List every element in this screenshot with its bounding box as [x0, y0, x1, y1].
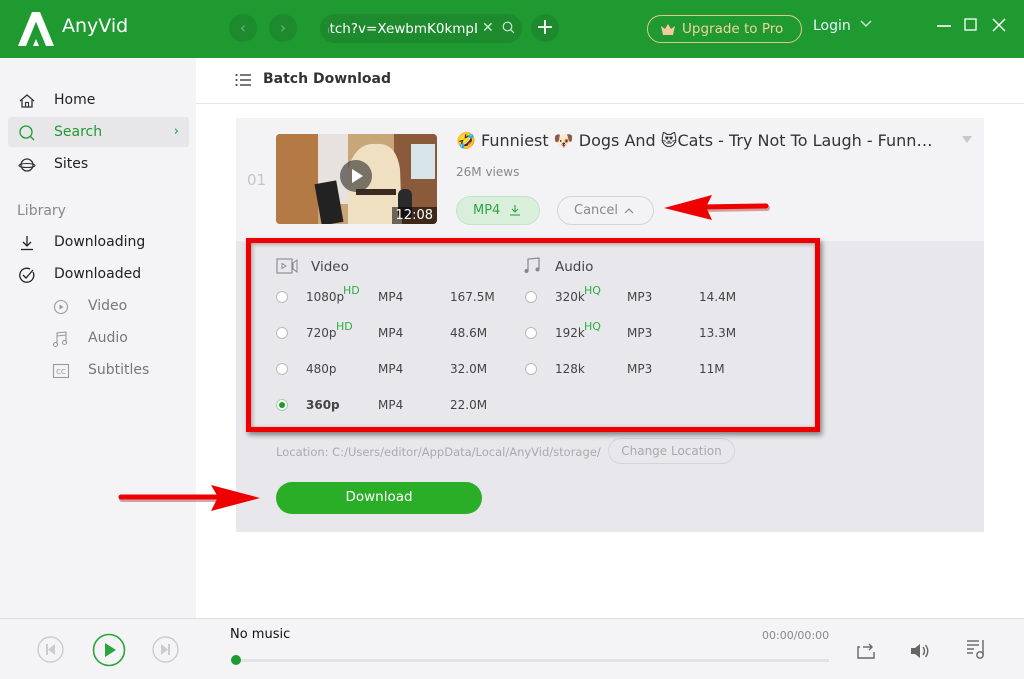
download-icon: [510, 205, 520, 216]
anyvid-logo-icon: [18, 12, 54, 46]
library-heading: Library: [17, 203, 66, 219]
previous-track-icon[interactable]: [37, 636, 64, 663]
search-icon: [19, 125, 35, 141]
check-circle-icon: [19, 267, 35, 283]
music-player-bar: No music 00:00/00:00: [0, 618, 1024, 679]
login-button[interactable]: Login: [813, 18, 851, 34]
cancel-button[interactable]: Cancel: [557, 196, 654, 225]
next-track-icon[interactable]: [152, 636, 179, 663]
sidebar-item-sites[interactable]: Sites: [8, 149, 189, 179]
track-title: No music: [230, 627, 291, 642]
sidebar-item-label: Downloaded: [54, 266, 142, 282]
list-icon[interactable]: [235, 73, 251, 87]
annotation-arrow-right-icon: [118, 485, 260, 511]
app-name: AnyVid: [62, 15, 129, 37]
title-bar: AnyVid ‹ › ✕ + Upgrade to Pro Login: [0, 0, 1024, 58]
track-time: 00:00/00:00: [762, 629, 830, 642]
sidebar-item-audio[interactable]: Audio: [8, 323, 189, 353]
volume-icon[interactable]: [908, 639, 932, 663]
chevron-right-icon: ›: [279, 18, 287, 37]
chevron-right-icon: ›: [173, 124, 179, 139]
progress-track[interactable]: [236, 659, 829, 662]
plus-icon: +: [535, 15, 555, 40]
upgrade-label: Upgrade to Pro: [682, 21, 784, 37]
batch-download-button[interactable]: Batch Download: [263, 71, 391, 87]
repeat-icon[interactable]: [854, 639, 878, 663]
download-button[interactable]: Download: [276, 482, 482, 514]
close-icon[interactable]: [991, 17, 1007, 33]
save-location: Location: C:/Users/editor/AppData/Local/…: [276, 445, 601, 459]
chevron-left-icon: ‹: [239, 18, 247, 37]
url-input[interactable]: [328, 14, 478, 43]
sidebar-item-search[interactable]: Search ›: [8, 117, 189, 147]
upgrade-button[interactable]: Upgrade to Pro: [647, 15, 802, 43]
video-title: 🤣 Funniest 🐶 Dogs And 😻Cats - Try Not To…: [456, 131, 936, 150]
format-label: MP4: [473, 203, 501, 218]
download-icon: [21, 236, 33, 251]
chevron-down-icon[interactable]: [860, 18, 872, 28]
view-count: 26M views: [456, 165, 520, 179]
crown-icon: [661, 24, 675, 35]
sidebar-item-label: Video: [88, 298, 128, 314]
cc-icon: CC: [52, 363, 70, 379]
sidebar: Home Search › Sites Library Downloading …: [0, 58, 196, 618]
progress-handle[interactable]: [231, 655, 241, 665]
play-button-icon[interactable]: [92, 633, 126, 667]
svg-text:CC: CC: [56, 368, 66, 376]
sidebar-item-label: Search: [54, 124, 103, 140]
format-button[interactable]: MP4: [456, 196, 540, 225]
sidebar-item-label: Audio: [88, 330, 128, 346]
annotation-highlight-box: [246, 238, 820, 432]
sidebar-item-label: Home: [54, 92, 96, 108]
play-circle-icon: [53, 299, 69, 315]
cancel-label: Cancel: [574, 203, 619, 218]
play-icon[interactable]: [340, 160, 372, 192]
minimize-icon[interactable]: [936, 17, 952, 33]
sidebar-item-downloading[interactable]: Downloading: [8, 227, 189, 257]
video-thumbnail[interactable]: 12:08: [276, 134, 437, 224]
search-icon[interactable]: [502, 21, 515, 34]
caret-down-icon[interactable]: [962, 136, 972, 143]
sidebar-item-label: Sites: [54, 156, 89, 172]
sidebar-item-downloaded[interactable]: Downloaded: [8, 259, 189, 289]
sidebar-item-video[interactable]: Video: [8, 291, 189, 321]
clear-url-icon[interactable]: ✕: [482, 20, 494, 36]
item-index: 01: [247, 171, 267, 189]
annotation-arrow-left-icon: [664, 195, 770, 220]
sidebar-item-label: Downloading: [54, 234, 146, 250]
sidebar-item-home[interactable]: Home: [8, 85, 189, 115]
batch-download-header: Batch Download: [196, 58, 1024, 104]
home-icon: [19, 94, 35, 108]
forward-button[interactable]: ›: [269, 14, 297, 42]
back-button[interactable]: ‹: [229, 14, 257, 42]
video-duration: 12:08: [391, 207, 437, 224]
playlist-icon[interactable]: [964, 637, 988, 661]
sidebar-item-subtitles[interactable]: CC Subtitles: [8, 355, 189, 385]
planet-icon: [18, 158, 36, 172]
music-note-icon: [52, 331, 68, 348]
url-bar: ✕: [320, 14, 522, 43]
chevron-up-icon: [624, 208, 634, 214]
maximize-icon[interactable]: [963, 17, 979, 33]
change-location-button[interactable]: Change Location: [608, 438, 735, 464]
new-tab-button[interactable]: +: [531, 14, 559, 42]
sidebar-item-label: Subtitles: [88, 362, 150, 378]
